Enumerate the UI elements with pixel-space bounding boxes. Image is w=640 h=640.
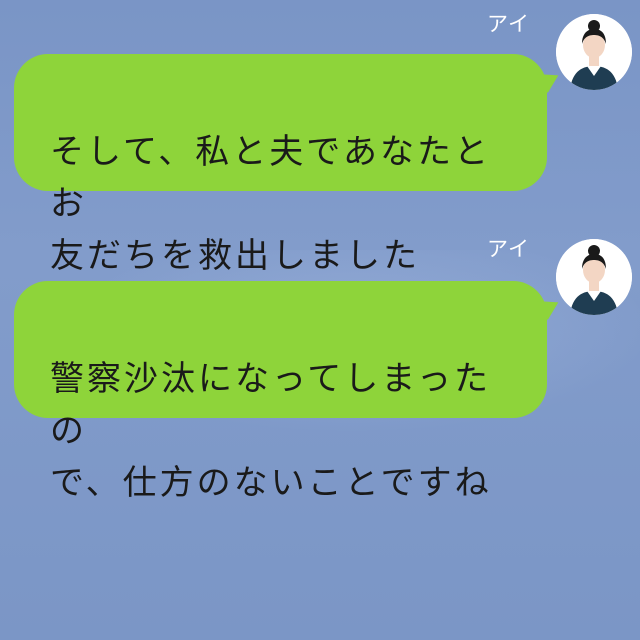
message-bubble[interactable]: そして、私と夫であなたとお 友だちを救出しました — [14, 54, 564, 276]
sender-name: アイ — [487, 237, 530, 261]
woman-avatar-icon — [556, 14, 632, 90]
woman-avatar-icon — [556, 239, 632, 315]
message-bubble[interactable]: 警察沙汰になってしまったの で、仕方のないことですね — [14, 281, 564, 503]
bubble-tail — [536, 291, 564, 321]
message-row: アイ 警察沙汰になってしまったの で、仕方のないことですね — [0, 225, 640, 503]
sender-name: アイ — [487, 12, 530, 36]
sender-avatar[interactable] — [556, 14, 632, 90]
sender-avatar[interactable] — [556, 239, 632, 315]
message-text: 警察沙汰になってしまったの で、仕方のないことですね — [50, 359, 492, 503]
chat-area: アイ そして、私と夫であなたとお 友だちを救出しました アイ 警察沙汰になってし… — [0, 0, 640, 640]
message-row: アイ そして、私と夫であなたとお 友だちを救出しました — [0, 0, 640, 276]
